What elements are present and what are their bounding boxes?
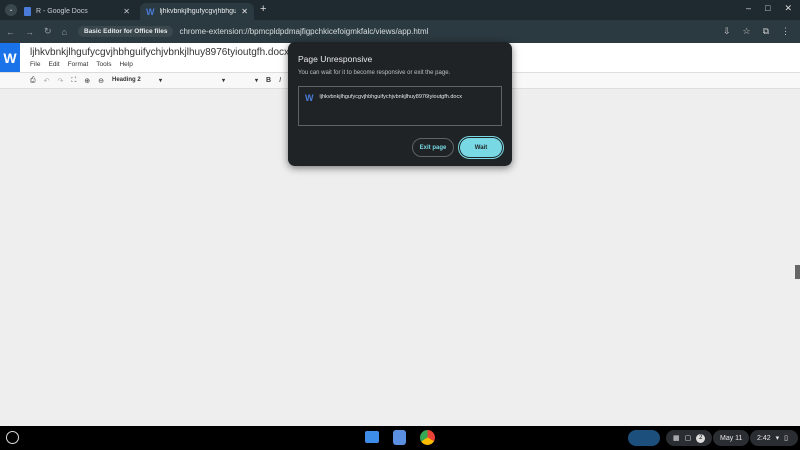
battery-icon: ▯	[784, 435, 788, 442]
url-text[interactable]: chrome-extension://bpmcpldpdmajfigpchkic…	[179, 27, 428, 36]
menu-format[interactable]: Format	[68, 61, 89, 68]
dialog-title: Page Unresponsive	[298, 54, 373, 64]
font-select[interactable]: ▾	[170, 77, 225, 84]
menu-edit[interactable]: Edit	[48, 61, 59, 68]
close-window-icon[interactable]: ✕	[784, 3, 792, 14]
menu-icon[interactable]: ⋮	[781, 26, 790, 37]
redo-icon[interactable]: ↷	[57, 77, 63, 85]
unresponsive-page-list: Wljhkvbnkjlhgufycgvjhbhguifychjvbnkjlhuy…	[298, 86, 502, 126]
page-unresponsive-dialog: Page Unresponsive You can wait for it to…	[288, 42, 512, 166]
app-logo: W	[0, 43, 20, 72]
docs-icon	[24, 7, 31, 16]
omnibox[interactable]: Basic Editor for Office files chrome-exte…	[78, 23, 718, 40]
chrome-app-icon[interactable]	[420, 430, 435, 445]
holding-space-icon: ▦	[673, 435, 680, 442]
fit-icon[interactable]: ⛶	[71, 77, 76, 85]
reload-icon[interactable]: ↻	[44, 26, 52, 37]
italic-icon[interactable]: I	[279, 77, 281, 84]
word-icon: W	[305, 93, 314, 103]
dialog-message: You can wait for it to become responsive…	[298, 70, 451, 76]
word-icon: W	[146, 6, 155, 17]
style-value: Heading 2	[112, 77, 141, 83]
exit-page-button[interactable]: Exit page	[412, 138, 454, 157]
menu-file[interactable]: File	[30, 61, 40, 68]
undo-icon[interactable]: ↶	[44, 77, 50, 85]
extension-chip[interactable]: Basic Editor for Office files	[78, 26, 174, 37]
wifi-icon: ▾	[775, 435, 780, 442]
back-icon[interactable]: ←	[6, 27, 15, 37]
close-icon[interactable]: ✕	[241, 7, 248, 16]
bold-icon[interactable]: B	[266, 77, 271, 84]
document-title[interactable]: ljhkvbnkjlhgufycgvjhbhguifychjvbnkjlhuy8…	[30, 47, 289, 58]
tray-status[interactable]: ▦ ▢ 2	[666, 430, 713, 446]
clock: 2:42	[757, 434, 771, 442]
shelf: ▦ ▢ 2 May 11 2:42 ▾ ▯	[0, 426, 800, 450]
new-tab-button[interactable]: +	[260, 3, 266, 15]
address-bar-row: ← → ↻ ⌂ Basic Editor for Office files chrome…	[0, 20, 800, 43]
tab-strip: ⌄ R - Google Docs ✕ Wljhkvbnkjlhgufycgvjh…	[0, 0, 800, 20]
voice-input-icon[interactable]	[628, 430, 660, 446]
unresponsive-page-name: ljhkvbnkjlhgufycgvjhbhguifychjvbnkjlhuy8…	[319, 94, 462, 100]
print-icon[interactable]: ⎙	[30, 77, 36, 85]
tab-search-button[interactable]: ⌄	[5, 4, 17, 16]
close-icon[interactable]: ✕	[123, 7, 130, 16]
tab-editor[interactable]: Wljhkvbnkjlhgufycgvjhbhguifychj ✕	[140, 3, 254, 20]
zoom-in-icon[interactable]: ⊕	[84, 77, 90, 85]
notification-count: 2	[696, 433, 706, 443]
screen-capture-icon: ▢	[684, 435, 692, 442]
menu-bar: File Edit Format Tools Help	[30, 61, 133, 68]
menu-tools[interactable]: Tools	[96, 61, 111, 68]
extensions-icon[interactable]: ⧉	[763, 26, 769, 37]
files-app-icon[interactable]	[365, 431, 379, 443]
forward-icon[interactable]: →	[25, 27, 34, 37]
minimize-icon[interactable]: –	[746, 3, 751, 14]
install-icon[interactable]: ⇩	[723, 26, 731, 37]
tab-label: R - Google Docs	[36, 8, 88, 15]
browser-actions: ⇩ ☆ ⧉ ⋮	[723, 26, 790, 37]
bookmark-star-icon[interactable]: ☆	[742, 26, 750, 37]
menu-help[interactable]: Help	[119, 61, 132, 68]
home-icon[interactable]: ⌂	[62, 27, 67, 37]
window-controls[interactable]: – □ ✕	[746, 3, 792, 14]
maximize-icon[interactable]: □	[765, 3, 770, 14]
size-select[interactable]: ▾	[233, 77, 258, 84]
system-tray[interactable]: 2:42 ▾ ▯	[750, 430, 798, 446]
scrollbar[interactable]	[795, 265, 800, 279]
date-tray[interactable]: May 11	[713, 430, 750, 446]
google-docs-app-icon[interactable]	[393, 430, 406, 445]
zoom-out-icon[interactable]: ⊖	[98, 77, 104, 85]
tab-google-docs[interactable]: R - Google Docs ✕	[18, 3, 136, 20]
wait-button[interactable]: Wait	[458, 136, 504, 159]
tab-label: ljhkvbnkjlhgufycgvjhbhguifychj	[159, 8, 237, 15]
launcher-icon[interactable]	[6, 431, 19, 444]
style-select[interactable]: Heading 2 ▾	[112, 77, 162, 84]
